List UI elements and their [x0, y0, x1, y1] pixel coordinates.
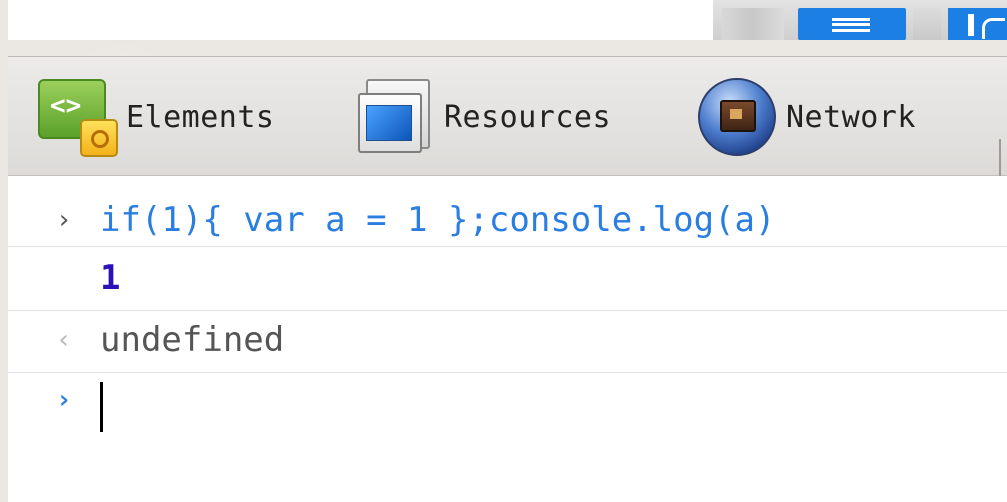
window-control[interactable]	[722, 8, 784, 40]
hamburger-icon	[832, 18, 870, 32]
tab-resources-label: Resources	[444, 99, 612, 135]
tab-elements[interactable]: <> Elements	[38, 75, 275, 159]
console-result-text: undefined	[100, 320, 285, 360]
button-glyph	[968, 14, 974, 36]
top-strip	[8, 0, 1007, 40]
blue-button-partial[interactable]	[948, 8, 1007, 40]
console-prompt-line[interactable]: ›	[8, 376, 1007, 436]
menu-button[interactable]	[798, 8, 906, 40]
tab-elements-label: Elements	[126, 99, 275, 135]
elements-icon: <>	[38, 79, 118, 157]
console-panel[interactable]: › if(1){ var a = 1 };console.log(a) 1 ‹ …	[8, 176, 1007, 502]
result-arrow-icon: ‹	[56, 325, 72, 355]
prompt-chevron-icon: ›	[56, 385, 72, 415]
button-glyph-2	[982, 18, 1005, 39]
toolbar-divider	[999, 139, 1007, 179]
tab-strip-blank	[8, 0, 713, 40]
input-prompt-icon: ›	[56, 205, 72, 235]
console-log-output: 1	[100, 258, 121, 298]
tab-network[interactable]: Network	[698, 75, 916, 159]
network-icon	[698, 78, 776, 156]
console-log-entry: 1	[8, 254, 1007, 311]
resources-icon	[358, 79, 434, 155]
tab-resources[interactable]: Resources	[358, 75, 611, 159]
window-control-2[interactable]	[913, 8, 941, 40]
console-input-entry: › if(1){ var a = 1 };console.log(a)	[8, 196, 1007, 247]
tab-network-label: Network	[786, 99, 916, 135]
text-caret	[100, 382, 103, 432]
devtools-toolbar: <> Elements Resources Network	[8, 56, 1007, 179]
console-input-text: if(1){ var a = 1 };console.log(a)	[100, 200, 776, 240]
console-result-entry: ‹ undefined	[8, 316, 1007, 373]
